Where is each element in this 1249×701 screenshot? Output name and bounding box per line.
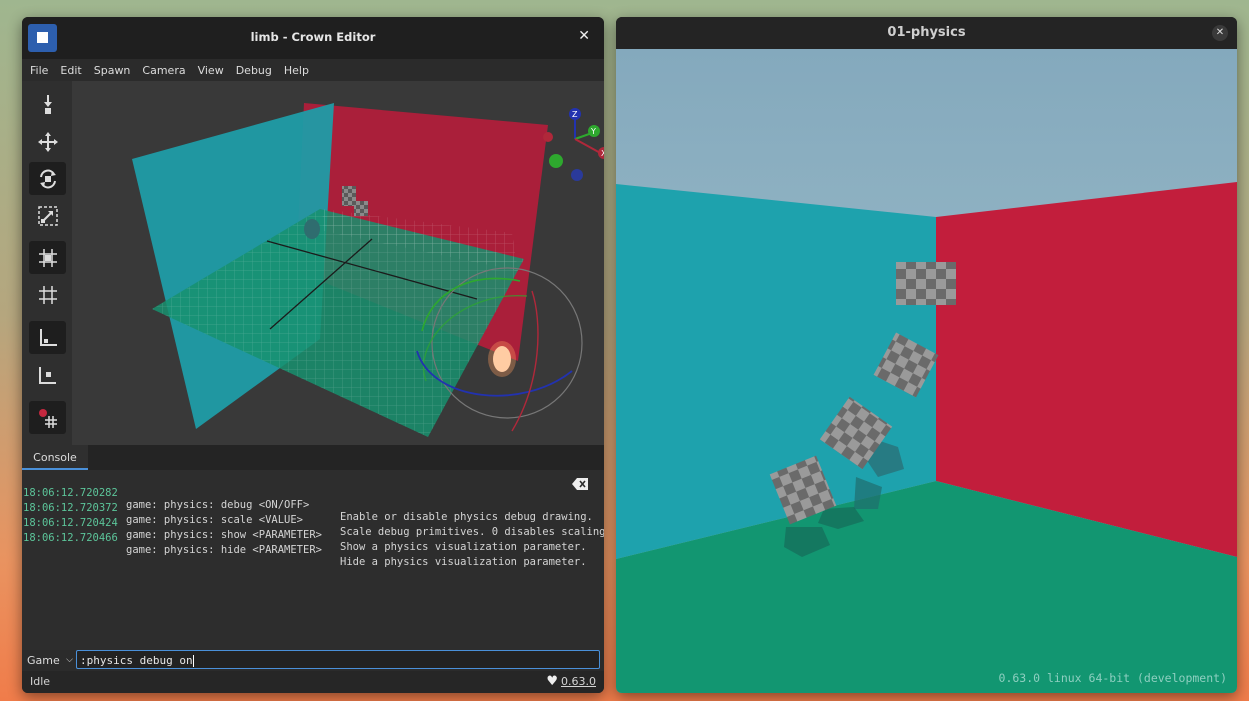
level-viewport[interactable]: Z Y X <box>72 81 604 445</box>
game-close-button[interactable]: ✕ <box>1212 25 1228 41</box>
log-command: game: physics: hide <PARAMETER> <box>126 544 322 556</box>
console-output: 18:06:12.720282 game: physics: debug <ON… <box>22 470 604 650</box>
engine-version-text: 0.63.0 linux 64-bit (development) <box>998 671 1227 685</box>
scene-render: Z Y X <box>132 103 604 437</box>
console-input-row: Game ⌵ :physics debug on <box>22 650 604 671</box>
statusbar: Idle ♥ 0.63.0 <box>22 671 604 693</box>
axis-x-label: X <box>601 149 604 158</box>
place-tool-icon <box>43 94 52 114</box>
log-description: Show a physics visualization parameter. <box>340 541 587 553</box>
menu-file[interactable]: File <box>22 64 54 77</box>
snap-local-icon <box>39 328 57 346</box>
console-tab-bar: Console <box>22 445 604 470</box>
log-description: Enable or disable physics debug drawing. <box>340 511 593 523</box>
clear-console-icon[interactable] <box>572 478 588 490</box>
console-line: 18:06:12.720466 game: physics: hide <PAR… <box>22 520 587 568</box>
snap-to-grid-button[interactable] <box>29 241 66 274</box>
editor-title: limb - Crown Editor <box>250 30 376 44</box>
console-target-select[interactable]: Game ⌵ <box>25 651 76 670</box>
version-link[interactable]: 0.63.0 <box>561 675 596 688</box>
console-command-input[interactable]: :physics debug on <box>76 650 600 669</box>
snap-local-button[interactable] <box>29 321 66 354</box>
heart-icon[interactable]: ♥ <box>546 675 558 688</box>
tab-console[interactable]: Console <box>22 445 88 470</box>
snap-to-grid-icon <box>38 248 57 267</box>
axis-y-label: Y <box>590 127 596 136</box>
menu-camera[interactable]: Camera <box>136 64 191 77</box>
game-render <box>616 49 1237 693</box>
checker-cube <box>896 262 956 305</box>
menu-edit[interactable]: Edit <box>54 64 87 77</box>
console-line: 18:06:12.720282 game: physics: debug <ON… <box>22 475 593 523</box>
grid-button[interactable] <box>29 278 66 311</box>
rotate-tool-button[interactable] <box>29 162 66 195</box>
game-window: 01-physics ✕ 0.63.0 linux 64-bit (develo… <box>616 17 1237 693</box>
snap-world-button[interactable] <box>29 358 66 391</box>
game-title: 01-physics <box>887 25 966 40</box>
move-tool-icon <box>37 131 58 152</box>
console-line: 18:06:12.720372 game: physics: scale <VA… <box>22 490 604 538</box>
log-description: Hide a physics visualization parameter. <box>340 556 587 568</box>
place-tool-button[interactable] <box>29 88 66 121</box>
chevron-down-icon: ⌵ <box>66 655 73 665</box>
log-command: game: physics: scale <VALUE> <box>126 514 304 526</box>
log-command: game: physics: show <PARAMETER> <box>126 529 322 541</box>
editor-titlebar: limb - Crown Editor ✕ <box>22 17 604 59</box>
checker-box <box>342 186 356 206</box>
move-tool-button[interactable] <box>29 125 66 158</box>
menubar: File Edit Spawn Camera View Debug Help <box>22 59 604 81</box>
grid-icon <box>38 285 57 304</box>
tool-palette <box>22 81 72 445</box>
snap-world-icon <box>38 366 56 384</box>
editor-close-button[interactable]: ✕ <box>578 28 590 44</box>
log-description: Scale debug primitives. 0 disables scali… <box>340 526 604 538</box>
orientation-gizmo: Z Y X <box>543 108 604 181</box>
debug-grid-icon <box>38 408 57 428</box>
debug-grid-button[interactable] <box>29 401 66 434</box>
console-command-value: :physics debug on <box>80 654 193 667</box>
log-timestamp: 18:06:12.720466 <box>23 532 118 544</box>
scale-tool-icon <box>37 205 58 226</box>
rotate-tool-icon <box>39 169 56 188</box>
scale-tool-button[interactable] <box>29 199 66 232</box>
menu-debug[interactable]: Debug <box>230 64 278 77</box>
menu-view[interactable]: View <box>192 64 230 77</box>
menu-spawn[interactable]: Spawn <box>88 64 137 77</box>
console-line: 18:06:12.720424 game: physics: show <PAR… <box>22 505 587 553</box>
editor-window: limb - Crown Editor ✕ File Edit Spawn Ca… <box>22 17 604 693</box>
game-titlebar: 01-physics ✕ <box>616 17 1237 49</box>
console-target-value: Game <box>27 654 60 667</box>
axis-z-label: Z <box>572 110 578 119</box>
game-viewport[interactable]: 0.63.0 linux 64-bit (development) <box>616 49 1237 693</box>
menu-help[interactable]: Help <box>278 64 315 77</box>
text-caret <box>192 655 194 667</box>
log-command: game: physics: debug <ON/OFF> <box>126 499 310 511</box>
status-text: Idle <box>30 675 51 688</box>
